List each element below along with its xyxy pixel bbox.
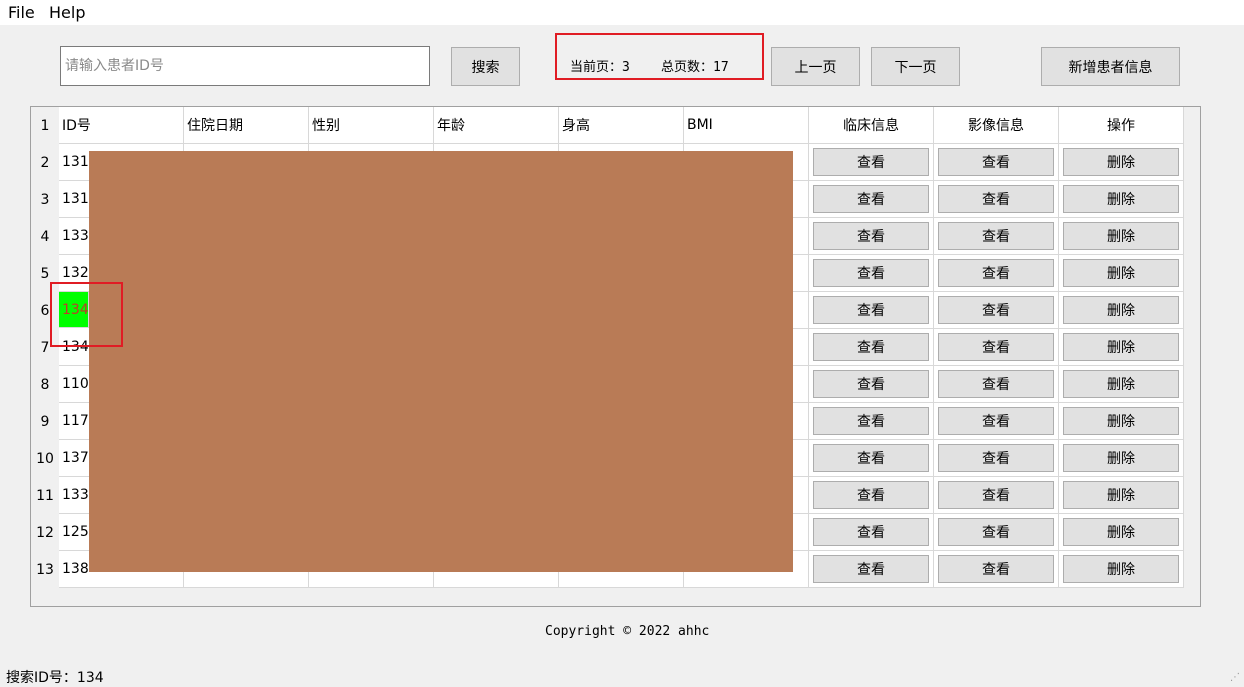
- view-clinical-button[interactable]: 查看: [813, 185, 929, 213]
- view-imaging-button[interactable]: 查看: [938, 555, 1054, 583]
- row-number: 13: [31, 551, 59, 588]
- view-clinical-button[interactable]: 查看: [813, 518, 929, 546]
- view-clinical-button[interactable]: 查看: [813, 296, 929, 324]
- column-header[interactable]: 影像信息: [934, 107, 1059, 144]
- row-number: 11: [31, 477, 59, 514]
- view-imaging-button[interactable]: 查看: [938, 407, 1054, 435]
- delete-button[interactable]: 删除: [1063, 222, 1179, 250]
- row-number: 1: [31, 107, 59, 144]
- row-number: 2: [31, 144, 59, 181]
- view-clinical-button[interactable]: 查看: [813, 259, 929, 287]
- view-imaging-button[interactable]: 查看: [938, 370, 1054, 398]
- view-clinical-button[interactable]: 查看: [813, 555, 929, 583]
- delete-button[interactable]: 删除: [1063, 481, 1179, 509]
- prev-page-button[interactable]: 上一页: [771, 47, 860, 86]
- delete-button[interactable]: 删除: [1063, 148, 1179, 176]
- delete-button[interactable]: 删除: [1063, 444, 1179, 472]
- view-clinical-button[interactable]: 查看: [813, 444, 929, 472]
- delete-button[interactable]: 删除: [1063, 370, 1179, 398]
- column-header[interactable]: ID号: [59, 107, 184, 144]
- menu-file[interactable]: File: [8, 3, 35, 23]
- next-page-button[interactable]: 下一页: [871, 47, 960, 86]
- delete-button[interactable]: 删除: [1063, 259, 1179, 287]
- view-imaging-button[interactable]: 查看: [938, 259, 1054, 287]
- view-clinical-button[interactable]: 查看: [813, 222, 929, 250]
- column-header[interactable]: 身高: [559, 107, 684, 144]
- status-bar-text: 搜索ID号：134: [6, 670, 104, 686]
- current-page-label: 当前页：3: [570, 60, 630, 75]
- menu-help[interactable]: Help: [49, 3, 85, 23]
- search-button[interactable]: 搜索: [451, 47, 520, 86]
- column-header[interactable]: 住院日期: [184, 107, 309, 144]
- view-imaging-button[interactable]: 查看: [938, 148, 1054, 176]
- row-number: 9: [31, 403, 59, 440]
- delete-button[interactable]: 删除: [1063, 555, 1179, 583]
- view-clinical-button[interactable]: 查看: [813, 148, 929, 176]
- column-header[interactable]: 年龄: [434, 107, 559, 144]
- column-header[interactable]: 操作: [1059, 107, 1184, 144]
- delete-button[interactable]: 删除: [1063, 185, 1179, 213]
- delete-button[interactable]: 删除: [1063, 407, 1179, 435]
- view-clinical-button[interactable]: 查看: [813, 370, 929, 398]
- view-imaging-button[interactable]: 查看: [938, 518, 1054, 546]
- delete-button[interactable]: 删除: [1063, 518, 1179, 546]
- view-clinical-button[interactable]: 查看: [813, 407, 929, 435]
- redaction-block: [89, 151, 793, 572]
- column-header[interactable]: BMI: [684, 107, 809, 144]
- column-header[interactable]: 性别: [309, 107, 434, 144]
- row-number: 3: [31, 181, 59, 218]
- delete-button[interactable]: 删除: [1063, 296, 1179, 324]
- view-imaging-button[interactable]: 查看: [938, 222, 1054, 250]
- view-clinical-button[interactable]: 查看: [813, 333, 929, 361]
- view-imaging-button[interactable]: 查看: [938, 185, 1054, 213]
- highlight-annotation: [50, 282, 123, 347]
- page-info: 当前页：3 总页数：17: [555, 33, 764, 80]
- view-clinical-button[interactable]: 查看: [813, 481, 929, 509]
- resize-grip-icon[interactable]: ⋰: [1230, 673, 1240, 683]
- view-imaging-button[interactable]: 查看: [938, 333, 1054, 361]
- row-number: 10: [31, 440, 59, 477]
- add-patient-button[interactable]: 新增患者信息: [1041, 47, 1180, 86]
- total-pages-label: 总页数：17: [661, 60, 729, 75]
- search-input[interactable]: [60, 46, 430, 86]
- view-imaging-button[interactable]: 查看: [938, 296, 1054, 324]
- delete-button[interactable]: 删除: [1063, 333, 1179, 361]
- copyright-text: Copyright © 2022 ahhc: [545, 624, 710, 639]
- view-imaging-button[interactable]: 查看: [938, 444, 1054, 472]
- row-number: 4: [31, 218, 59, 255]
- column-header[interactable]: 临床信息: [809, 107, 934, 144]
- view-imaging-button[interactable]: 查看: [938, 481, 1054, 509]
- row-number: 8: [31, 366, 59, 403]
- row-number: 12: [31, 514, 59, 551]
- menu-bar: File Help: [0, 0, 1244, 25]
